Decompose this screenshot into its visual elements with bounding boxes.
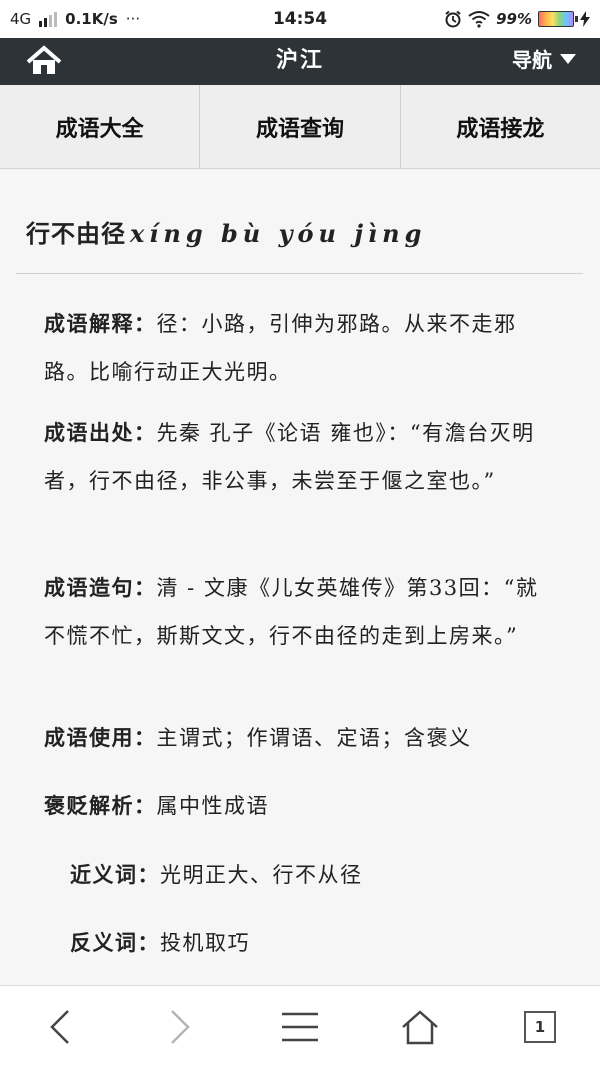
- tabs-button[interactable]: 1: [510, 997, 570, 1057]
- browser-bottom-bar: 1: [0, 985, 600, 1067]
- tab-idiom-chain[interactable]: 成语接龙: [401, 85, 600, 168]
- source-label: 成语出处：: [44, 420, 157, 445]
- tab-idiom-search[interactable]: 成语查询: [200, 85, 401, 168]
- idiom-title: 行不由径 xíng bù yóu jìng: [26, 214, 426, 249]
- forward-icon: [171, 1009, 190, 1044]
- section-sentiment: 褒贬解析：属中性成语: [44, 782, 558, 830]
- status-right: 99%: [444, 10, 590, 28]
- more-indicator: ···: [125, 10, 141, 28]
- divider: [16, 273, 583, 274]
- charging-icon: [580, 11, 590, 27]
- status-left: 4G 0.1K/s ···: [10, 10, 140, 28]
- nav-label: 导航: [512, 48, 552, 72]
- menu-icon: [282, 1012, 318, 1041]
- battery-icon: [538, 11, 578, 27]
- usage-text: 主谓式；作谓语、定语；含褒义: [156, 726, 472, 750]
- status-bar: 4G 0.1K/s ··· 14:54 99%: [0, 0, 600, 38]
- tabs-icon: 1: [524, 1010, 556, 1043]
- header-title: 沪江: [275, 47, 324, 73]
- synonyms-text: 光明正大、行不从径: [160, 863, 363, 887]
- chevron-down-icon: [560, 53, 576, 64]
- network-type: 4G: [10, 10, 32, 28]
- back-icon: [50, 1009, 69, 1044]
- category-tabs: 成语大全 成语查询 成语接龙: [0, 85, 600, 169]
- idiom-detail: 行不由径 xíng bù yóu jìng 成语解释：径：小路，引伸为邪路。从来不…: [0, 170, 600, 985]
- section-antonyms: 反义词：投机取巧: [70, 919, 584, 967]
- forward-button[interactable]: [150, 997, 210, 1057]
- home-icon[interactable]: [24, 44, 64, 74]
- section-synonyms: 近义词：光明正大、行不从径: [70, 851, 584, 899]
- menu-button[interactable]: [270, 997, 330, 1057]
- home-icon: [402, 1009, 438, 1044]
- back-button[interactable]: [30, 997, 90, 1057]
- battery-percent: 99%: [496, 10, 532, 28]
- synonyms-label: 近义词：: [70, 862, 160, 887]
- explanation-label: 成语解释：: [44, 311, 157, 336]
- alarm-icon: [445, 10, 461, 28]
- tab-count: 1: [534, 1017, 546, 1036]
- signal-icon: [39, 11, 58, 27]
- sentiment-label: 褒贬解析：: [44, 793, 157, 818]
- section-usage: 成语使用：主谓式；作谓语、定语；含褒义: [44, 714, 558, 762]
- network-speed: 0.1K/s: [65, 10, 118, 28]
- nav-dropdown-button[interactable]: 导航: [512, 44, 576, 73]
- app-header: 沪江 导航: [0, 38, 600, 85]
- tab-idiom-list[interactable]: 成语大全: [0, 85, 201, 168]
- sentiment-text: 属中性成语: [156, 794, 269, 818]
- section-source: 成语出处：先秦 孔子《论语 雍也》：“有澹台灭明者，行不由径，非公事，未尝至于偃…: [44, 409, 558, 505]
- antonyms-label: 反义词：: [70, 930, 160, 955]
- idiom-pinyin: xíng bù yóu jìng: [130, 219, 427, 248]
- home-button[interactable]: [390, 997, 450, 1057]
- section-example: 成语造句：清 - 文康《儿女英雄传》第33回：“就不慌不忙，斯斯文文，行不由径的…: [44, 564, 558, 660]
- wifi-icon: [468, 11, 490, 28]
- antonyms-text: 投机取巧: [160, 931, 250, 955]
- idiom-name: 行不由径: [26, 219, 126, 248]
- example-label: 成语造句：: [44, 575, 157, 600]
- usage-label: 成语使用：: [44, 725, 157, 750]
- section-explanation: 成语解释：径：小路，引伸为邪路。从来不走邪路。比喻行动正大光明。: [44, 300, 558, 396]
